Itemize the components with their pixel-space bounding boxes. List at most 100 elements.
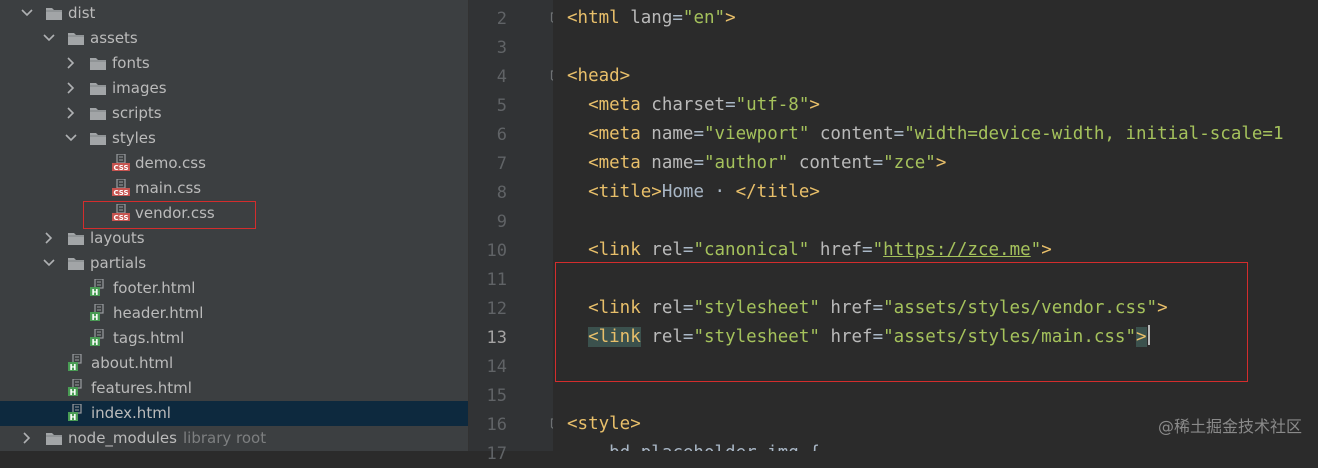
string-token: " (872, 240, 884, 260)
text-token: = (872, 153, 884, 173)
chevron-down-icon[interactable] (42, 29, 56, 47)
attribute-token: name (651, 124, 694, 144)
string-token: "zce" (883, 153, 936, 173)
attribute-token: href (809, 240, 863, 260)
chevron-right-icon[interactable] (64, 104, 78, 122)
tree-item-label: tags.html (113, 329, 185, 347)
tree-row[interactable]: Htags.html (0, 326, 468, 351)
tree-row[interactable]: dist (0, 1, 468, 26)
tree-item-label: about.html (91, 354, 174, 372)
chevron-down-icon[interactable] (42, 254, 56, 272)
line-number-gutter: 2 3 4 5 6 7 8 9 10 11 12 13 14 15 16 17 (469, 0, 563, 464)
attribute-token: lang (630, 8, 673, 28)
svg-text:H: H (70, 388, 77, 396)
url-link[interactable]: https://zce.me (883, 240, 1031, 260)
tree-row[interactable]: CSS demo.css (0, 151, 468, 176)
chevron-right-icon[interactable] (20, 429, 34, 447)
code-line[interactable]: <meta name="author" content="zce"> (567, 149, 946, 178)
gutter-row[interactable]: 4 (469, 62, 563, 91)
chevron-right-icon[interactable] (64, 79, 78, 97)
code-line[interactable]: <link rel="canonical" href="https://zce.… (567, 236, 1052, 265)
tree-item-label: images (112, 79, 167, 97)
gutter-row[interactable]: 3 (469, 33, 553, 62)
tree-item-label: demo.css (135, 154, 206, 172)
gutter-row[interactable]: 2 (469, 4, 563, 33)
project-tree: node_modules library root Hindex.html Hfeat… (0, 0, 468, 451)
gutter-row[interactable]: 16 (469, 410, 563, 439)
chevron-right-icon[interactable] (42, 229, 56, 247)
gutter-row[interactable]: 10 (469, 236, 553, 265)
attribute-token: rel (651, 240, 683, 260)
tree-item-label: node_modules (68, 429, 177, 447)
code-line[interactable]: .bd-placeholder-img { (567, 439, 820, 451)
chevron-down-icon[interactable] (20, 4, 34, 22)
gutter-row[interactable]: 8 (469, 178, 553, 207)
css-file-icon: CSS (112, 154, 130, 171)
gutter-row[interactable]: 12 (469, 294, 553, 323)
text-token: = (862, 240, 873, 260)
gutter-row[interactable]: 17 (469, 439, 553, 468)
code-line[interactable]: <meta name="viewport" content="width=dev… (567, 120, 1283, 149)
chevron-down-icon[interactable] (64, 129, 78, 147)
svg-text:CSS: CSS (113, 164, 128, 171)
tree-row[interactable]: assets (0, 26, 468, 51)
tree-row[interactable]: Hfooter.html (0, 276, 468, 301)
tree-row[interactable]: Hindex.html (0, 401, 468, 426)
tree-item-label: layouts (90, 229, 145, 247)
tree-row[interactable]: fonts (0, 51, 468, 76)
tree-item-label: partials (90, 254, 147, 272)
code-editor[interactable]: <html lang="en"> <head> <meta charset="ut… (553, 0, 1318, 451)
gutter-row[interactable]: 5 (469, 91, 553, 120)
gutter-row[interactable]: 13 (469, 323, 553, 352)
annotation-box-link-tags (555, 262, 1248, 382)
gutter-row[interactable]: 9 (469, 207, 553, 236)
gutter-row[interactable]: 15 (469, 381, 553, 410)
tree-item-label: features.html (91, 379, 192, 397)
tree-row[interactable]: styles (0, 126, 468, 151)
tree-row[interactable]: Hheader.html (0, 301, 468, 326)
svg-text:H: H (92, 288, 99, 296)
html-tag-token: > (809, 95, 820, 115)
html-file-icon: H (68, 354, 86, 371)
string-token: "viewport" (704, 124, 810, 144)
tree-row[interactable]: images (0, 76, 468, 101)
tree-row[interactable]: CSS main.css (0, 176, 468, 201)
tree-row[interactable]: partials (0, 251, 468, 276)
attribute-token: content (788, 153, 873, 173)
gutter-row[interactable]: 11 (469, 265, 553, 294)
text-token: = (893, 124, 905, 144)
code-line[interactable]: <style> (567, 410, 641, 439)
string-token: "utf-8" (735, 95, 810, 115)
tree-row[interactable]: node_modules library root (0, 426, 468, 451)
line-number: 12 (486, 299, 507, 319)
code-line[interactable]: <head> (567, 62, 630, 91)
html-file-icon: H (68, 404, 86, 421)
tree-row[interactable]: Hfeatures.html (0, 376, 468, 401)
html-tag-token: <meta (588, 124, 652, 144)
gutter-row[interactable]: 14 (469, 352, 553, 381)
html-tag-token: <meta (588, 95, 652, 115)
tree-row[interactable]: layouts (0, 226, 468, 251)
html-tag-token: <style> (567, 414, 641, 434)
folder-icon (45, 431, 63, 446)
line-number: 17 (486, 444, 507, 464)
text-token: = (693, 124, 704, 144)
code-line[interactable]: <html lang="en"> (567, 4, 736, 33)
chevron-right-icon[interactable] (64, 54, 78, 72)
line-number: 15 (486, 386, 507, 406)
tree-item-label: index.html (91, 404, 171, 422)
tree-row[interactable]: scripts (0, 101, 468, 126)
tree-item-label: main.css (135, 179, 202, 197)
gutter-row[interactable]: 6 (469, 120, 553, 149)
tree-row[interactable]: Habout.html (0, 351, 468, 376)
tree-item-label: scripts (112, 104, 162, 122)
folder-icon (67, 231, 85, 246)
gutter-row[interactable]: 7 (469, 149, 553, 178)
code-line[interactable]: <title>Home · </title> (567, 178, 820, 207)
folder-icon (89, 106, 107, 121)
attribute-token: content (809, 124, 894, 144)
svg-text:H: H (92, 313, 99, 321)
code-line[interactable]: <meta charset="utf-8"> (567, 91, 820, 120)
svg-text:H: H (92, 338, 99, 346)
